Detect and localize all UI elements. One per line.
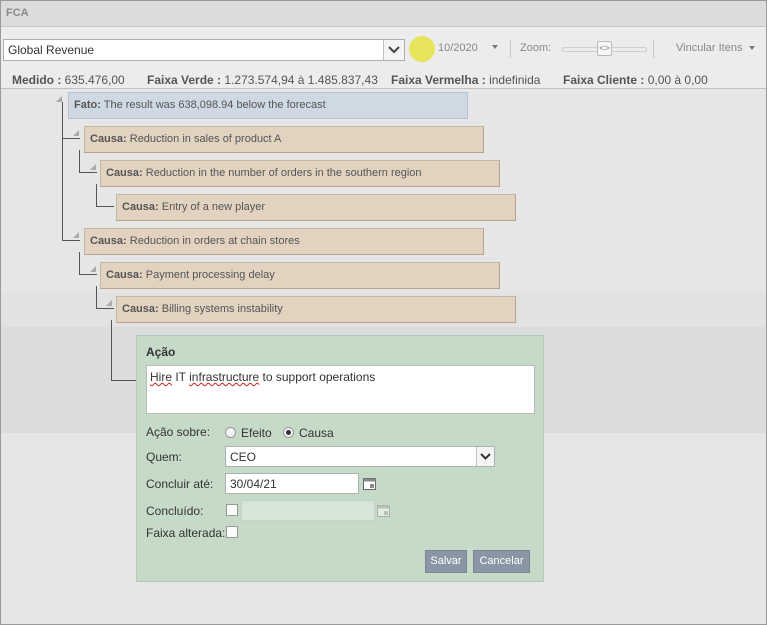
collapse-toggle-icon[interactable] — [90, 266, 96, 272]
cause-node-label: Causa: — [122, 201, 159, 213]
cause-node[interactable]: Causa: Reduction in sales of product A — [84, 126, 484, 153]
cause-node-text: Entry of a new player — [161, 201, 266, 213]
description-text: to support operations — [259, 370, 376, 384]
description-text: IT — [172, 370, 190, 384]
window-title: FCA — [6, 7, 29, 19]
collapse-toggle-icon[interactable] — [73, 232, 79, 238]
cause-node-text: Billing systems instability — [161, 303, 283, 315]
tree-connector — [96, 206, 114, 207]
cause-node-label: Causa: — [90, 133, 127, 145]
cause-node-label: Causa: — [122, 303, 159, 315]
calendar-icon — [375, 501, 391, 520]
tree-connector — [62, 240, 80, 241]
divider — [510, 40, 511, 58]
spellcheck-word: infrastructure — [189, 370, 260, 384]
tree-connector — [79, 150, 80, 172]
concluir-ate-label: Concluir até: — [146, 477, 214, 491]
chevron-down-icon[interactable] — [476, 447, 494, 466]
tree-connector — [79, 172, 97, 173]
tree-connector — [96, 184, 97, 206]
link-items-menu[interactable]: Vincular Itens — [676, 42, 742, 54]
collapse-toggle-icon[interactable] — [90, 164, 96, 170]
action-description-input[interactable]: Hire IT infrastructure to support operat… — [146, 365, 535, 414]
causa-radio-label[interactable]: Causa — [299, 426, 334, 440]
spellcheck-word: Hire — [150, 370, 173, 384]
title-bar: FCA — [1, 1, 766, 27]
causa-radio[interactable] — [283, 427, 294, 438]
tree-connector — [111, 380, 137, 381]
medido-label: Medido : — [12, 73, 62, 87]
cause-node[interactable]: Causa: Billing systems instability — [116, 296, 516, 323]
collapse-toggle-icon[interactable] — [106, 300, 112, 306]
period-caret-icon[interactable] — [492, 45, 498, 49]
tree-connector — [79, 252, 80, 274]
cause-node-text: Reduction in sales of product A — [129, 133, 282, 145]
cause-node[interactable]: Causa: Entry of a new player — [116, 194, 516, 221]
save-button[interactable]: Salvar — [425, 550, 467, 573]
zoom-label: Zoom: — [520, 42, 552, 54]
status-bar: Medido : 635.476,00 Faixa Verde : 1.273.… — [1, 71, 766, 89]
indicator-select[interactable]: Global Revenue — [3, 39, 405, 61]
faixa-alterada-label: Faixa alterada: — [146, 526, 226, 540]
chevron-down-icon[interactable] — [383, 40, 404, 60]
cause-node-text: Reduction in orders at chain stores — [129, 235, 300, 247]
tree-connector — [62, 102, 63, 240]
calendar-icon[interactable] — [361, 474, 377, 493]
fact-node[interactable]: Fato: The result was 638,098.94 below th… — [68, 92, 468, 119]
cause-node-label: Causa: — [90, 235, 127, 247]
concluir-ate-date-input[interactable]: 30/04/21 — [225, 473, 359, 494]
cancel-button[interactable]: Cancelar — [473, 550, 530, 573]
link-items-caret-icon[interactable] — [749, 46, 755, 50]
fact-node-label: Fato: — [74, 99, 101, 111]
tree-connector — [96, 286, 97, 308]
cause-node[interactable]: Causa: Reduction in orders at chain stor… — [84, 228, 484, 255]
tree-connector — [96, 308, 114, 309]
cause-node-text: Payment processing delay — [145, 269, 275, 281]
toolbar: Global Revenue 10/2020 Zoom: <> Vincular… — [1, 27, 766, 71]
faixa-alterada-checkbox[interactable] — [226, 526, 238, 538]
faixa-vermelha-label: Faixa Vermelha : — [391, 73, 486, 87]
concluido-date-input — [241, 500, 375, 521]
tree-connector — [111, 320, 112, 380]
cause-node[interactable]: Causa: Reduction in the number of orders… — [100, 160, 500, 187]
efeito-radio[interactable] — [225, 427, 236, 438]
cause-node-label: Causa: — [106, 167, 143, 179]
faixa-cliente-value: 0,00 à 0,00 — [647, 73, 708, 87]
concluido-checkbox[interactable] — [226, 504, 238, 516]
divider — [653, 40, 654, 58]
faixa-verde-label: Faixa Verde : — [147, 73, 222, 87]
quem-select-value: CEO — [230, 450, 257, 464]
dialog-title: Ação — [146, 345, 176, 359]
medido-value: 635.476,00 — [64, 73, 125, 87]
cause-node-text: Reduction in the number of orders in the… — [145, 167, 422, 179]
period-selector[interactable]: 10/2020 — [438, 42, 478, 54]
action-dialog: Ação Hire IT infrastructure to support o… — [136, 335, 544, 582]
quem-label: Quem: — [146, 450, 183, 464]
zoom-slider-handle[interactable]: <> — [597, 41, 612, 56]
efeito-radio-label[interactable]: Efeito — [241, 426, 272, 440]
tree-connector — [62, 138, 80, 139]
collapse-toggle-icon[interactable] — [73, 130, 79, 136]
indicator-select-value: Global Revenue — [8, 43, 95, 57]
cause-node-label: Causa: — [106, 269, 143, 281]
cursor-highlight — [409, 36, 435, 62]
fact-node-text: The result was 638,098.94 below the fore… — [103, 99, 326, 111]
concluido-label: Concluído: — [146, 504, 204, 518]
quem-select[interactable]: CEO — [225, 446, 495, 467]
faixa-vermelha-value: indefinida — [489, 73, 541, 87]
faixa-verde-value: 1.273.574,94 à 1.485.837,43 — [224, 73, 378, 87]
faixa-cliente-label: Faixa Cliente : — [563, 73, 645, 87]
tree-connector — [79, 274, 97, 275]
collapse-toggle-icon[interactable] — [56, 96, 62, 102]
acao-sobre-label: Ação sobre: — [146, 425, 211, 439]
cause-node[interactable]: Causa: Payment processing delay — [100, 262, 500, 289]
